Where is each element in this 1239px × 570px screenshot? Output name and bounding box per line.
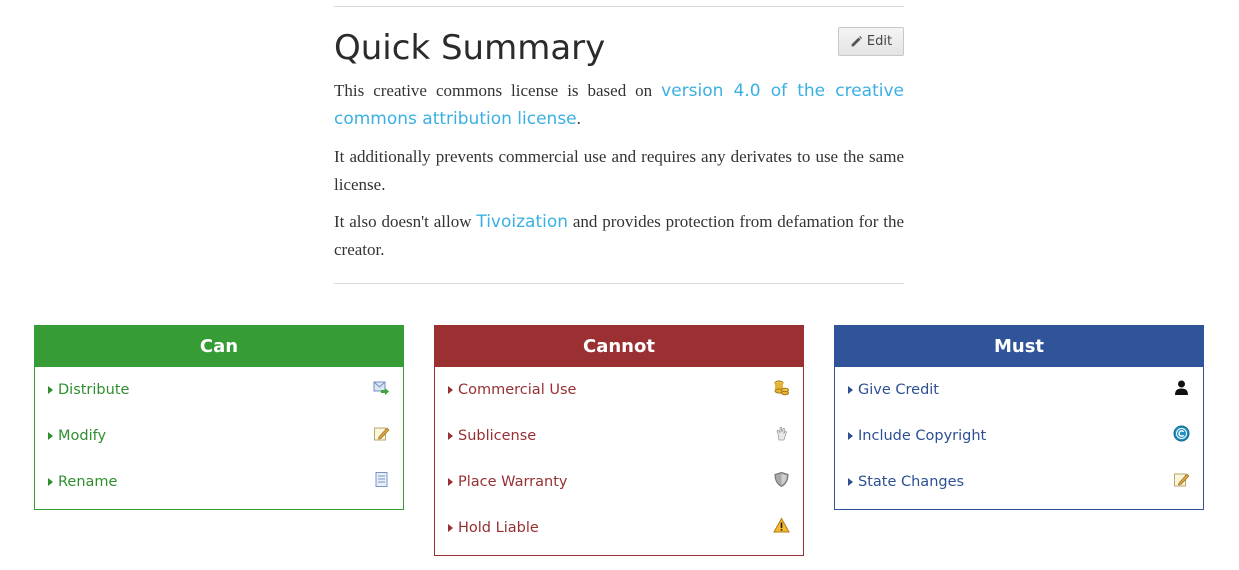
must-item-state-changes[interactable]: State Changes — [835, 459, 1203, 505]
item-label: Include Copyright — [858, 428, 987, 444]
pencil-icon — [851, 35, 862, 47]
caret-right-icon — [448, 432, 453, 440]
must-card: Must Give Credit Include Copyright State… — [834, 325, 1204, 510]
tivoization-link[interactable]: Tivoization — [476, 212, 568, 232]
top-divider — [334, 6, 904, 7]
caret-right-icon — [448, 478, 453, 486]
can-card-header: Can — [35, 326, 403, 367]
must-item-give-credit[interactable]: Give Credit — [835, 367, 1203, 413]
can-item-modify[interactable]: Modify — [35, 413, 403, 459]
caret-right-icon — [848, 432, 853, 440]
caret-right-icon — [48, 478, 53, 486]
cannot-card-header: Cannot — [435, 326, 803, 367]
edit-button-label: Edit — [866, 34, 893, 49]
summary-paragraph-2: It additionally prevents commercial use … — [334, 147, 904, 194]
can-item-rename[interactable]: Rename — [35, 459, 403, 505]
hand-icon — [776, 426, 787, 441]
item-label: Give Credit — [858, 382, 939, 398]
summary-paragraph-1: This creative commons license is based o… — [334, 77, 904, 133]
distribute-icon — [373, 381, 389, 395]
caret-right-icon — [48, 386, 53, 394]
edit-button[interactable]: Edit — [838, 27, 904, 56]
must-item-include-copyright[interactable]: Include Copyright — [835, 413, 1203, 459]
p1-end: . — [576, 109, 581, 128]
pencil-note-icon — [374, 427, 390, 441]
item-label: Hold Liable — [458, 520, 539, 536]
item-label: Distribute — [58, 382, 130, 398]
caret-right-icon — [848, 478, 853, 486]
item-label: Sublicense — [458, 428, 537, 444]
caret-right-icon — [848, 386, 853, 394]
caret-right-icon — [48, 432, 53, 440]
document-icon — [375, 472, 388, 487]
cannot-item-hold-liable[interactable]: Hold Liable — [435, 505, 803, 551]
shield-icon — [774, 471, 789, 488]
item-label: Rename — [58, 474, 118, 490]
cannot-item-place-warranty[interactable]: Place Warranty — [435, 459, 803, 505]
item-label: Commercial Use — [458, 382, 577, 398]
page-title: Quick Summary — [334, 28, 606, 68]
person-icon — [1175, 380, 1188, 395]
pencil-note-icon — [1174, 473, 1190, 487]
item-label: Modify — [58, 428, 107, 444]
p1-text: This creative commons license is based o… — [334, 81, 662, 100]
item-label: State Changes — [858, 474, 965, 490]
coins-icon — [774, 380, 789, 396]
cannot-item-commercial-use[interactable]: Commercial Use — [435, 367, 803, 413]
item-label: Place Warranty — [458, 474, 568, 490]
summary-paragraph-3: It also doesn't allow Tivoization and pr… — [334, 208, 904, 264]
p3-text: It also doesn't allow — [334, 212, 477, 231]
warning-icon — [773, 517, 790, 533]
cannot-item-sublicense[interactable]: Sublicense — [435, 413, 803, 459]
caret-right-icon — [448, 386, 453, 394]
must-card-header: Must — [835, 326, 1203, 367]
can-item-distribute[interactable]: Distribute — [35, 367, 403, 413]
bottom-divider — [334, 283, 904, 284]
caret-right-icon — [448, 524, 453, 532]
cannot-card: Cannot Commercial Use Sublicense Place W… — [434, 325, 804, 556]
can-card: Can Distribute Modify Rename — [34, 325, 404, 510]
copyright-icon — [1173, 425, 1190, 442]
